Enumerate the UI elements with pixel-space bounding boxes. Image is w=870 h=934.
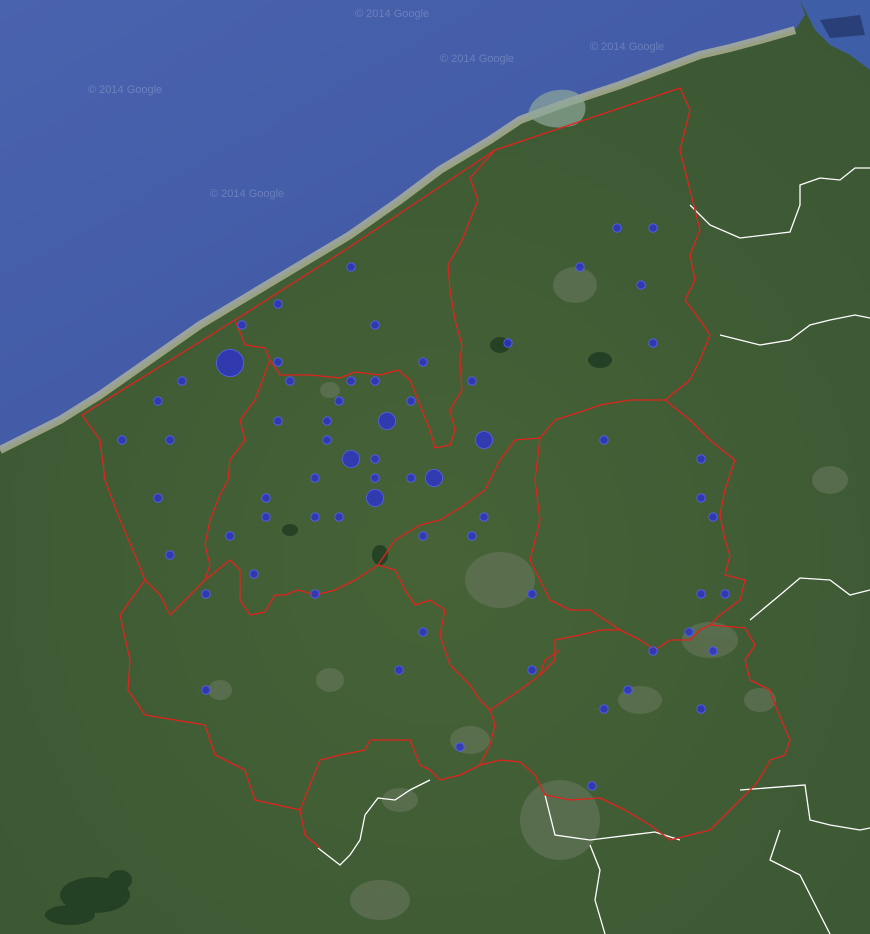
map-marker-m42[interactable]: [225, 531, 235, 541]
map-marker-m7[interactable]: [346, 262, 356, 272]
map-marker-x1[interactable]: [623, 685, 633, 695]
map-marker-m4[interactable]: [475, 431, 493, 449]
map-marker-m14[interactable]: [177, 376, 187, 386]
svg-text:© 2014 Google: © 2014 Google: [440, 53, 514, 65]
map-marker-m49[interactable]: [527, 589, 537, 599]
map-marker-m22[interactable]: [370, 376, 380, 386]
map-marker-x2[interactable]: [599, 704, 609, 714]
map-marker-m39[interactable]: [310, 512, 320, 522]
map-marker-m47[interactable]: [201, 589, 211, 599]
map-marker-m51[interactable]: [696, 454, 706, 464]
map-canvas[interactable]: © 2014 Google © 2014 Google © 2014 Googl…: [0, 0, 870, 934]
map-marker-m13[interactable]: [285, 376, 295, 386]
map-marker-m1[interactable]: [216, 349, 244, 377]
map-marker-m44[interactable]: [467, 531, 477, 541]
map-marker-m20[interactable]: [334, 396, 344, 406]
map-marker-m52[interactable]: [696, 493, 706, 503]
map-marker-m41[interactable]: [479, 512, 489, 522]
map-marker-m48[interactable]: [310, 589, 320, 599]
map-marker-m33[interactable]: [310, 473, 320, 483]
map-marker-m10[interactable]: [370, 320, 380, 330]
map-marker-m38[interactable]: [261, 512, 271, 522]
map-marker-m8[interactable]: [575, 262, 585, 272]
map-marker-m59[interactable]: [418, 627, 428, 637]
map-marker-m35[interactable]: [406, 473, 416, 483]
map-marker-m21[interactable]: [346, 376, 356, 386]
map-marker-m30[interactable]: [648, 338, 658, 348]
map-marker-x5[interactable]: [587, 781, 597, 791]
map-marker-m40[interactable]: [334, 512, 344, 522]
map-marker-m6[interactable]: [366, 489, 384, 507]
map-marker-m23[interactable]: [406, 396, 416, 406]
map-marker-m2[interactable]: [378, 412, 396, 430]
map-marker-m43[interactable]: [418, 531, 428, 541]
map-marker-m50[interactable]: [599, 435, 609, 445]
map-marker-m5[interactable]: [425, 469, 443, 487]
map-marker-m12[interactable]: [273, 357, 283, 367]
map-marker-m18[interactable]: [273, 416, 283, 426]
map-marker-m46[interactable]: [249, 569, 259, 579]
map-marker-m28[interactable]: [648, 223, 658, 233]
map-marker-m60[interactable]: [394, 665, 404, 675]
map-marker-m34[interactable]: [370, 473, 380, 483]
svg-text:© 2014 Google: © 2014 Google: [355, 8, 429, 20]
svg-text:© 2014 Google: © 2014 Google: [590, 41, 664, 53]
map-marker-m29[interactable]: [636, 280, 646, 290]
map-marker-m26[interactable]: [503, 338, 513, 348]
map-marker-m31[interactable]: [322, 435, 332, 445]
map-marker-m45[interactable]: [165, 550, 175, 560]
map-marker-m16[interactable]: [117, 435, 127, 445]
map-marker-m62[interactable]: [201, 685, 211, 695]
map-marker-m54[interactable]: [696, 589, 706, 599]
map-marker-m36[interactable]: [261, 493, 271, 503]
map-marker-m15[interactable]: [153, 396, 163, 406]
map-marker-m9[interactable]: [273, 299, 283, 309]
map-marker-m25[interactable]: [467, 376, 477, 386]
svg-text:© 2014 Google: © 2014 Google: [88, 84, 162, 96]
svg-text:© 2014 Google: © 2014 Google: [210, 188, 284, 200]
map-marker-m61[interactable]: [527, 665, 537, 675]
map-marker-m17[interactable]: [165, 435, 175, 445]
map-marker-m27[interactable]: [612, 223, 622, 233]
map-marker-m55[interactable]: [720, 589, 730, 599]
map-marker-m11[interactable]: [237, 320, 247, 330]
map-marker-m3[interactable]: [342, 450, 360, 468]
satellite-map[interactable]: © 2014 Google © 2014 Google © 2014 Googl…: [0, 0, 870, 934]
map-marker-m57[interactable]: [708, 646, 718, 656]
map-marker-m32[interactable]: [370, 454, 380, 464]
map-marker-m56[interactable]: [684, 627, 694, 637]
map-marker-m58[interactable]: [648, 646, 658, 656]
map-marker-m37[interactable]: [153, 493, 163, 503]
map-marker-x4[interactable]: [455, 742, 465, 752]
map-marker-m53[interactable]: [708, 512, 718, 522]
map-marker-x3[interactable]: [696, 704, 706, 714]
map-marker-m19[interactable]: [322, 416, 332, 426]
map-marker-m24[interactable]: [418, 357, 428, 367]
